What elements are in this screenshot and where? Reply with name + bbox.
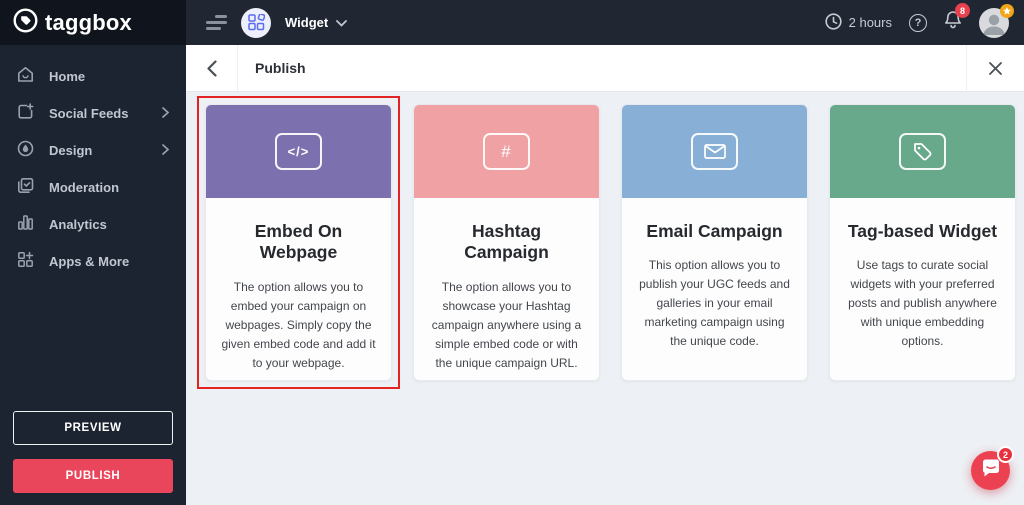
code-icon: </>	[275, 133, 322, 170]
chat-unread-badge: 2	[997, 446, 1014, 463]
sidebar-item-label: Apps & More	[49, 254, 130, 269]
sidebar-item-label: Moderation	[49, 180, 120, 195]
sidebar-item-label: Analytics	[49, 217, 107, 232]
sidebar-item-label: Social Feeds	[49, 106, 129, 121]
chat-bubble-icon	[981, 459, 1001, 483]
session-timer[interactable]: 2 hours	[825, 12, 892, 33]
card-title: Email Campaign	[646, 221, 783, 241]
chevron-right-icon	[162, 105, 170, 123]
envelope-icon	[691, 133, 738, 170]
star-badge-icon	[1000, 3, 1014, 18]
sidebar-actions: PREVIEW PUBLISH	[13, 411, 173, 493]
hashtag-glyph: #	[501, 141, 512, 161]
publish-panel: Publish </> Embed On Webpage The option …	[186, 45, 1024, 505]
design-icon	[17, 140, 34, 162]
moderation-icon	[17, 177, 34, 199]
sidebar-item-moderation[interactable]: Moderation	[0, 169, 186, 206]
topbar-right: 2 hours ? 8	[825, 0, 1024, 45]
card-hashtag-campaign[interactable]: # Hashtag Campaign The option allows you…	[413, 104, 600, 381]
publish-button[interactable]: PUBLISH	[13, 459, 173, 493]
home-icon	[17, 66, 34, 88]
widget-selector-label: Widget	[285, 15, 329, 30]
card-header: </>	[206, 105, 391, 198]
clock-icon	[825, 12, 842, 33]
sidebar-item-design[interactable]: Design	[0, 132, 186, 169]
widget-selector[interactable]: Widget	[285, 14, 348, 32]
notification-count-badge: 8	[955, 3, 970, 18]
card-title: Embed On Webpage	[254, 221, 343, 263]
card-header: #	[414, 105, 599, 198]
menu-icon[interactable]	[206, 15, 227, 30]
chat-launcher-button[interactable]: 2	[971, 446, 1014, 490]
widget-grid-icon[interactable]	[241, 7, 271, 38]
card-description: Use tags to curate social widgets with y…	[848, 258, 997, 349]
card-wrapper: Tag-based Widget Use tags to curate soci…	[821, 96, 1024, 389]
highlight-annotation: </> Embed On Webpage The option allows y…	[197, 96, 400, 389]
card-description: The option allows you to showcase your H…	[431, 279, 582, 370]
panel-header: Publish	[186, 45, 1024, 92]
code-glyph: </>	[287, 144, 310, 159]
tag-icon	[899, 133, 946, 170]
bell-icon	[944, 11, 962, 34]
card-tag-based-widget[interactable]: Tag-based Widget Use tags to curate soci…	[829, 104, 1016, 381]
topbar: taggbox Widget 2 hours ? 8	[0, 0, 1024, 45]
chevron-down-icon	[336, 14, 348, 32]
publish-options: </> Embed On Webpage The option allows y…	[186, 92, 1024, 389]
card-description: The option allows you to embed your camp…	[221, 279, 376, 370]
sidebar-item-analytics[interactable]: Analytics	[0, 206, 186, 243]
notifications-button[interactable]: 8	[944, 3, 970, 35]
close-button[interactable]	[966, 45, 1024, 91]
analytics-icon	[17, 214, 34, 236]
help-icon[interactable]: ?	[909, 13, 927, 32]
logo-text: taggbox	[45, 9, 132, 35]
hashtag-icon: #	[483, 133, 530, 170]
sidebar-item-label: Home	[49, 69, 86, 84]
topbar-main: Widget	[186, 0, 825, 45]
social-feeds-icon	[17, 102, 34, 125]
card-email-campaign[interactable]: Email Campaign This option allows you to…	[621, 104, 808, 381]
chevron-right-icon	[162, 142, 170, 160]
card-header	[622, 105, 807, 198]
card-wrapper: Email Campaign This option allows you to…	[613, 96, 816, 389]
card-title: Tag-based Widget	[847, 221, 998, 241]
card-description: This option allows you to publish your U…	[639, 258, 790, 349]
sidebar: Home Social Feeds Design Moderation Anal…	[0, 45, 186, 505]
help-glyph: ?	[914, 16, 922, 29]
preview-button[interactable]: PREVIEW	[13, 411, 173, 445]
apps-more-icon	[17, 251, 34, 273]
session-time-text: 2 hours	[848, 15, 892, 30]
back-button[interactable]	[186, 45, 238, 91]
app-window: taggbox Widget 2 hours ? 8 Home Social F…	[0, 0, 1024, 505]
page-title: Publish	[255, 60, 306, 76]
sidebar-item-home[interactable]: Home	[0, 58, 186, 95]
taggbox-logo-icon	[13, 7, 38, 38]
sidebar-item-apps-more[interactable]: Apps & More	[0, 243, 186, 280]
sidebar-item-social-feeds[interactable]: Social Feeds	[0, 95, 186, 132]
card-header	[830, 105, 1015, 198]
sidebar-item-label: Design	[49, 143, 93, 158]
taggbox-logo[interactable]: taggbox	[0, 0, 186, 45]
card-wrapper: # Hashtag Campaign The option allows you…	[405, 96, 608, 389]
card-title: Hashtag Campaign	[464, 221, 549, 263]
card-embed-on-webpage[interactable]: </> Embed On Webpage The option allows y…	[205, 104, 392, 381]
account-menu[interactable]	[979, 3, 1014, 38]
